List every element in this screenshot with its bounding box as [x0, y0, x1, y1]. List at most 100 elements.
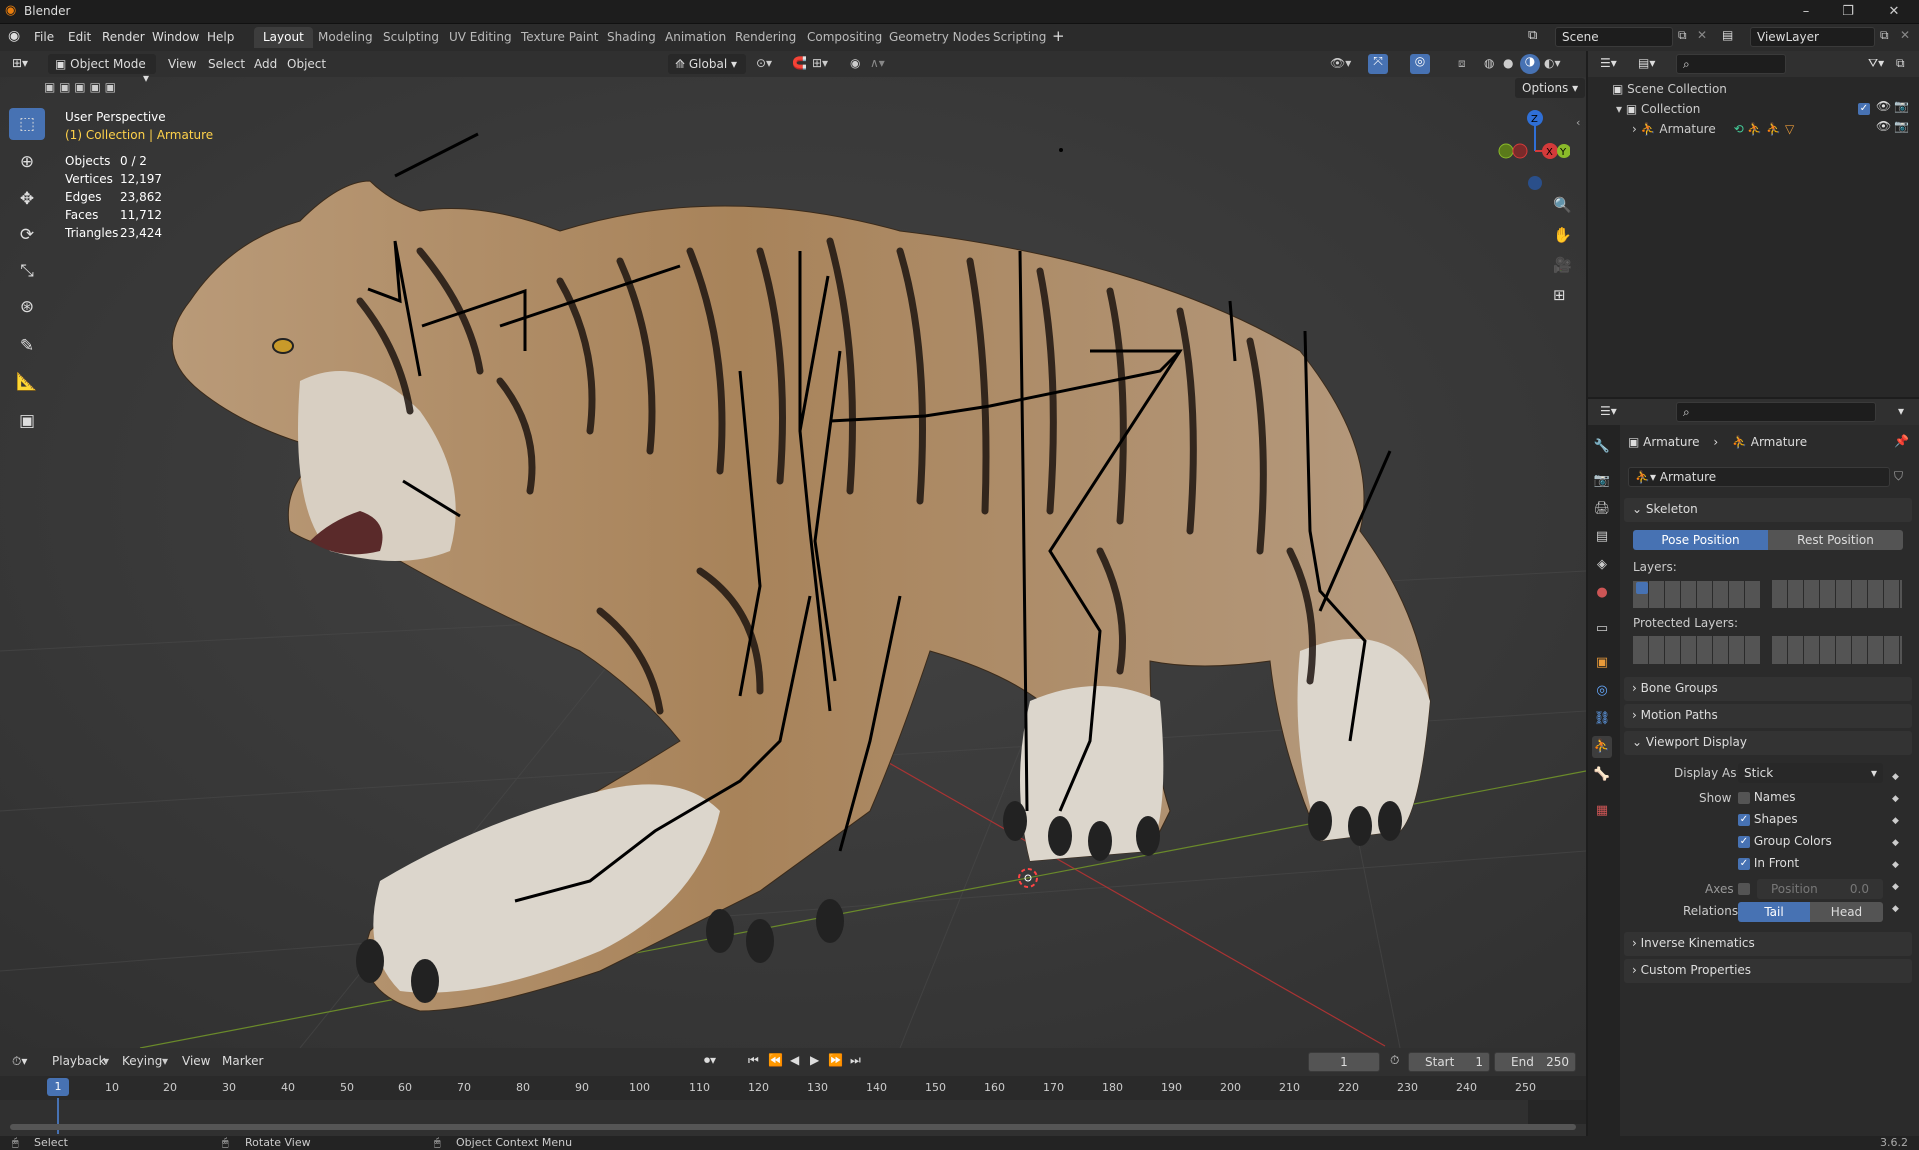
sidebar-toggle-icon[interactable]: ‹ — [1576, 116, 1580, 129]
wireframe-shading-icon[interactable]: ◍ — [1484, 56, 1494, 70]
end-frame-field[interactable]: End 250 — [1494, 1052, 1576, 1072]
minimize-icon[interactable]: – — [1796, 2, 1816, 22]
outliner-editor-icon[interactable]: ☰▾ — [1600, 56, 1617, 70]
menu-select[interactable]: Select — [208, 57, 245, 71]
menu-keying[interactable]: Keying — [122, 1054, 162, 1068]
output-tab-icon[interactable]: 🖨 — [1592, 498, 1612, 520]
armature-name-field[interactable]: ⛹▾ Armature — [1628, 467, 1890, 487]
select-mode-buttons[interactable]: ▣ ▣ ▣ ▣ ▣ — [44, 80, 116, 94]
layers-grid[interactable] — [1633, 580, 1761, 608]
new-collection-icon[interactable]: ⧉ — [1896, 56, 1905, 71]
solid-shading-icon[interactable]: ● — [1503, 56, 1513, 70]
rest-position-button[interactable]: Rest Position — [1768, 530, 1903, 550]
tab-animation[interactable]: Animation — [656, 27, 735, 48]
world-tab-icon[interactable]: ● — [1592, 582, 1612, 604]
ortho-toggle-icon[interactable]: ⊞ — [1553, 286, 1566, 304]
navigation-gizmo[interactable]: Z X Y — [1490, 106, 1570, 196]
tab-scripting[interactable]: Scripting — [984, 27, 1055, 48]
bone-groups-panel-header[interactable]: › Bone Groups — [1624, 677, 1912, 701]
new-scene-icon[interactable]: ⧉ — [1678, 28, 1687, 43]
eye-icon[interactable]: 👁 — [1876, 119, 1891, 133]
menu-file[interactable]: File — [34, 30, 54, 44]
next-keyframe-icon[interactable]: ⏩ — [828, 1053, 843, 1067]
overlay-toggle-icon[interactable]: ◎ — [1410, 54, 1430, 74]
tab-rendering[interactable]: Rendering — [726, 27, 805, 48]
delete-view-layer-icon[interactable]: ✕ — [1900, 28, 1910, 42]
inverse-kinematics-panel-header[interactable]: › Inverse Kinematics — [1624, 932, 1912, 956]
menu-object[interactable]: Object — [287, 57, 326, 71]
transform-orientation-dropdown[interactable]: ⟰ Global ▾ — [668, 54, 746, 74]
motion-paths-panel-header[interactable]: › Motion Paths — [1624, 704, 1912, 728]
fake-user-icon[interactable]: ⛉ — [1894, 469, 1903, 484]
play-icon[interactable]: ▶ — [810, 1053, 819, 1067]
relations-tail-button[interactable]: Tail — [1738, 902, 1810, 922]
axes-checkbox[interactable] — [1738, 881, 1750, 895]
scale-tool[interactable]: ⤡ — [9, 255, 45, 287]
tool-tab-icon[interactable]: 🔧 — [1592, 436, 1612, 458]
new-view-layer-icon[interactable]: ⧉ — [1880, 28, 1889, 43]
gizmo-toggle-icon[interactable]: ⤧ — [1368, 54, 1388, 74]
menu-timeline-view[interactable]: View — [182, 1054, 210, 1068]
object-mode-dropdown[interactable]: ▣ Object Mode ▾ — [48, 54, 156, 85]
record-icon[interactable]: ⏺▾ — [704, 1053, 716, 1068]
menu-playback[interactable]: Playback — [52, 1054, 106, 1068]
view-layer-field[interactable]: ViewLayer — [1750, 27, 1875, 47]
expand-icon[interactable]: › — [1632, 122, 1641, 136]
texture-tab-icon[interactable]: ▦ — [1592, 800, 1612, 822]
expand-icon[interactable]: ▾ — [1616, 102, 1626, 116]
close-icon[interactable]: ✕ — [1884, 2, 1904, 22]
tab-layout[interactable]: Layout — [254, 27, 313, 48]
pan-hand-icon[interactable]: ✋ — [1553, 226, 1572, 244]
armature-row[interactable]: › ⛹ Armature ⟲ ⛹ ⛹ ▽ — [1632, 119, 1912, 139]
current-frame-field[interactable]: 1 — [1308, 1052, 1380, 1072]
tab-modeling[interactable]: Modeling — [309, 27, 382, 48]
pose-position-button[interactable]: Pose Position — [1633, 530, 1768, 550]
transform-tool[interactable]: ⊛ — [9, 291, 45, 323]
layers-grid-right[interactable] — [1772, 580, 1902, 608]
collection-row[interactable]: ▾ ▣ Collection — [1616, 99, 1916, 119]
menu-render[interactable]: Render — [102, 30, 145, 44]
armature-data-tab-icon[interactable]: ⛹ — [1592, 736, 1612, 758]
display-mode-icon[interactable]: ▤▾ — [1638, 56, 1655, 70]
start-frame-field[interactable]: Start 1 — [1408, 1052, 1490, 1072]
constraints-tab-icon[interactable]: ⛓ — [1592, 708, 1612, 730]
camera-view-icon[interactable]: 🎥 — [1553, 256, 1572, 274]
tab-shading[interactable]: Shading — [598, 27, 665, 48]
bone-tab-icon[interactable]: 🦴 — [1592, 764, 1612, 786]
menu-view[interactable]: View — [168, 57, 196, 71]
3d-viewport[interactable] — [0, 51, 1586, 1048]
rendered-shading-icon[interactable]: ◐▾ — [1544, 56, 1561, 70]
rotate-tool[interactable]: ⟳ — [9, 219, 45, 251]
scene-tab-icon[interactable]: ◈ — [1592, 554, 1612, 576]
editor-type-icon[interactable]: ⊞▾ — [12, 56, 28, 70]
current-frame-marker[interactable]: 1 — [47, 1078, 69, 1096]
active-layer-dot[interactable] — [1636, 582, 1648, 594]
measure-tool[interactable]: 📐 — [9, 366, 45, 398]
visibility-icon[interactable]: 👁▾ — [1330, 56, 1351, 70]
viewport-display-panel-header[interactable]: ⌄ Viewport Display — [1624, 731, 1912, 755]
zoom-icon[interactable]: 🔍 — [1553, 196, 1572, 214]
timeline-scrollbar[interactable] — [10, 1124, 1576, 1130]
add-cube-tool[interactable]: ▣ — [9, 405, 45, 437]
chevron-down-icon[interactable]: ▾ — [1898, 404, 1904, 418]
play-reverse-icon[interactable]: ◀ — [790, 1053, 799, 1067]
filter-icon[interactable]: ⛛▾ — [1868, 56, 1884, 71]
view-layer-tab-icon[interactable]: ▤ — [1592, 526, 1612, 548]
properties-editor-icon[interactable]: ☰▾ — [1600, 404, 1617, 418]
prev-keyframe-icon[interactable]: ⏪ — [768, 1053, 783, 1067]
move-tool[interactable]: ✥ — [9, 183, 45, 215]
timeline-editor[interactable]: ⏱▾ Playback ▾ Keying ▾ View Marker ⏺▾ ⏮ ⏪ … — [0, 1048, 1586, 1136]
view-layer-icon[interactable]: ▤ — [1722, 28, 1733, 42]
scene-field[interactable]: Scene — [1555, 27, 1673, 47]
custom-properties-panel-header[interactable]: › Custom Properties — [1624, 959, 1912, 983]
axes-position-field[interactable]: Position 0.0 — [1757, 879, 1883, 899]
snap-icon[interactable]: 🧲 — [792, 56, 807, 70]
options-button[interactable]: Options ▾ — [1515, 78, 1586, 98]
collection-tab-icon[interactable]: ▭ — [1592, 618, 1612, 640]
annotate-tool[interactable]: ✎ — [9, 330, 45, 362]
blender-menu-icon[interactable]: ◉ — [8, 28, 20, 44]
protected-layers-grid-right[interactable] — [1772, 636, 1902, 664]
menu-marker[interactable]: Marker — [222, 1054, 263, 1068]
maximize-icon[interactable]: ❐ — [1838, 2, 1858, 22]
show-group-colors-checkbox[interactable]: ✓ Group Colors — [1738, 834, 1832, 848]
